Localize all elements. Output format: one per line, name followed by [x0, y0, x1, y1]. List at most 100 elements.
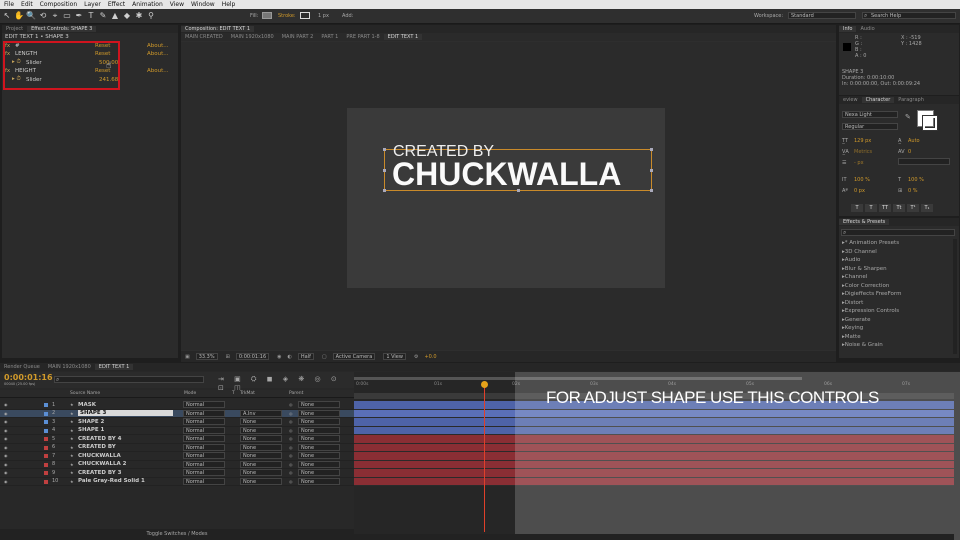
tool-icon[interactable]: ▭	[62, 11, 72, 21]
about-link[interactable]: About...	[147, 68, 169, 74]
pickwhip-icon[interactable]: ◎	[289, 453, 293, 458]
visibility-eye-icon[interactable]: ◉	[4, 462, 8, 467]
tool-icon[interactable]: ↖	[2, 11, 12, 21]
tool-icon[interactable]: ✒	[74, 11, 84, 21]
search-help-input[interactable]: Search Help	[862, 12, 956, 19]
visibility-eye-icon[interactable]: ◉	[4, 470, 8, 475]
parent-select[interactable]: None	[298, 401, 340, 409]
timeline-search-input[interactable]	[54, 376, 204, 383]
effects-category[interactable]: ▸ Noise & Grain	[842, 341, 952, 350]
roi-icon[interactable]: ▢	[322, 354, 327, 360]
resolution-select[interactable]: Half	[297, 353, 314, 360]
tool-icon[interactable]: 🔍	[26, 11, 36, 21]
visibility-eye-icon[interactable]: ◉	[4, 479, 8, 484]
label-color-swatch[interactable]	[44, 411, 48, 416]
label-color-swatch[interactable]	[44, 403, 48, 407]
blend-mode-select[interactable]: Normal	[183, 426, 225, 434]
menu-help[interactable]: Help	[222, 1, 236, 8]
visibility-eye-icon[interactable]: ◉	[4, 453, 8, 458]
tab-effect-controls[interactable]: Effect Controls: SHAPE 3	[27, 26, 97, 32]
col-trkmat[interactable]: TrkMat	[240, 391, 255, 396]
col-parent[interactable]: Parent	[289, 391, 303, 396]
tool-icon[interactable]: ⚲	[146, 11, 156, 21]
timeline-tab[interactable]: EDIT TEXT 1	[94, 364, 134, 370]
tool-icon[interactable]: ⌖	[50, 11, 60, 21]
tracking[interactable]: 0	[908, 147, 911, 158]
stroke-swatch[interactable]	[300, 12, 310, 19]
timeline-tab[interactable]: Render Queue	[0, 364, 44, 370]
effects-category[interactable]: ▸ Matte	[842, 333, 952, 342]
visibility-eye-icon[interactable]: ◉	[4, 445, 8, 450]
tool-icon[interactable]: ◆	[122, 11, 132, 21]
blend-mode-select[interactable]: Normal	[183, 477, 225, 485]
track-matte-select[interactable]: None	[240, 435, 282, 443]
stroke-style-select[interactable]	[898, 158, 950, 165]
comp-subtab[interactable]: PART 1	[317, 34, 342, 40]
col-source-name[interactable]: Source Name	[70, 391, 100, 396]
stroke-width[interactable]: 1 px	[318, 13, 329, 19]
font-size[interactable]: 129 px	[854, 136, 898, 147]
menu-effect[interactable]: Effect	[108, 1, 125, 8]
font-family-select[interactable]: Nexa Light	[842, 111, 898, 118]
timeline-zoom-bar[interactable]	[354, 534, 954, 540]
track-matte-select[interactable]: None	[240, 418, 282, 426]
parent-select[interactable]: None	[298, 418, 340, 426]
exposure-value[interactable]: +0.0	[424, 354, 436, 360]
handle[interactable]	[383, 189, 386, 192]
tab-info[interactable]: Info	[839, 26, 857, 32]
tool-icon[interactable]: ⟲	[38, 11, 48, 21]
effects-scrollbar[interactable]	[953, 239, 957, 354]
tab-composition[interactable]: Composition: EDIT TEXT 1	[181, 26, 255, 32]
layer-name[interactable]: CREATED BY	[78, 444, 116, 450]
current-timecode[interactable]: 0:00:01:16	[4, 373, 53, 382]
effects-category[interactable]: ▸ Expression Controls	[842, 307, 952, 316]
label-color-swatch[interactable]	[44, 454, 48, 458]
layer-name[interactable]: SHAPE 2	[78, 419, 104, 425]
label-color-swatch[interactable]	[44, 420, 48, 424]
parent-select[interactable]: None	[298, 409, 340, 417]
pickwhip-icon[interactable]: ◎	[289, 436, 293, 441]
baseline-shift[interactable]: 0 px	[854, 186, 898, 197]
parent-select[interactable]: None	[298, 435, 340, 443]
tab-audio[interactable]: Audio	[856, 26, 878, 32]
tab-character[interactable]: Character	[861, 97, 895, 103]
tool-icon[interactable]: ▲	[110, 11, 120, 21]
visibility-eye-icon[interactable]: ◉	[4, 428, 8, 433]
eyedropper-icon[interactable]: ✎	[905, 113, 911, 121]
visibility-eye-icon[interactable]: ◉	[4, 411, 8, 416]
camera-select[interactable]: Active Camera	[332, 353, 376, 360]
playhead-handle[interactable]	[481, 381, 488, 388]
menu-file[interactable]: File	[4, 1, 14, 8]
layer-row[interactable]: ◉ 6 ★ CREATED BY Normal None ◎ None	[0, 443, 354, 452]
effects-search-input[interactable]	[841, 229, 955, 236]
parent-select[interactable]: None	[298, 477, 340, 485]
pickwhip-icon[interactable]: ◎	[289, 411, 293, 416]
layer-name[interactable]: CREATED BY 3	[78, 470, 121, 476]
track-matte-select[interactable]: None	[240, 443, 282, 451]
visibility-eye-icon[interactable]: ◉	[4, 402, 8, 407]
track-matte-select[interactable]: None	[240, 452, 282, 460]
stroke-label[interactable]: Stroke:	[278, 13, 296, 19]
label-color-swatch[interactable]	[44, 428, 48, 433]
pickwhip-icon[interactable]: ◎	[289, 445, 293, 450]
track-matte-select[interactable]: None	[240, 460, 282, 468]
tab-paragraph[interactable]: Paragraph	[894, 97, 928, 103]
layer-row[interactable]: ◉ 9 ★ CREATED BY 3 Normal None ◎ None	[0, 469, 354, 478]
handle[interactable]	[650, 148, 653, 151]
pickwhip-icon[interactable]: ◎	[289, 462, 293, 467]
blend-mode-select[interactable]: Normal	[183, 460, 225, 468]
comp-canvas[interactable]: CREATED BY CHUCKWALLA	[347, 108, 665, 288]
format-button[interactable]: T¹	[907, 204, 919, 212]
effects-category[interactable]: ▸ Color Correction	[842, 282, 952, 291]
comp-subtab[interactable]: MAIN 1920x1080	[227, 34, 278, 40]
workspace-select[interactable]: Standard	[788, 12, 856, 19]
layer-name[interactable]: CHUCKWALLA	[78, 453, 121, 459]
camera-icon[interactable]: ◉	[277, 354, 281, 360]
menu-animation[interactable]: Animation	[132, 1, 163, 8]
comp-subtab[interactable]: MAIN CREATED	[181, 34, 227, 40]
tab-preview[interactable]: eview	[839, 97, 862, 103]
effects-category[interactable]: ▸ Blur & Sharpen	[842, 265, 952, 274]
handle[interactable]	[383, 169, 386, 172]
tab-effects-presets[interactable]: Effects & Presets	[839, 219, 890, 225]
blend-mode-select[interactable]: Normal	[183, 418, 225, 426]
